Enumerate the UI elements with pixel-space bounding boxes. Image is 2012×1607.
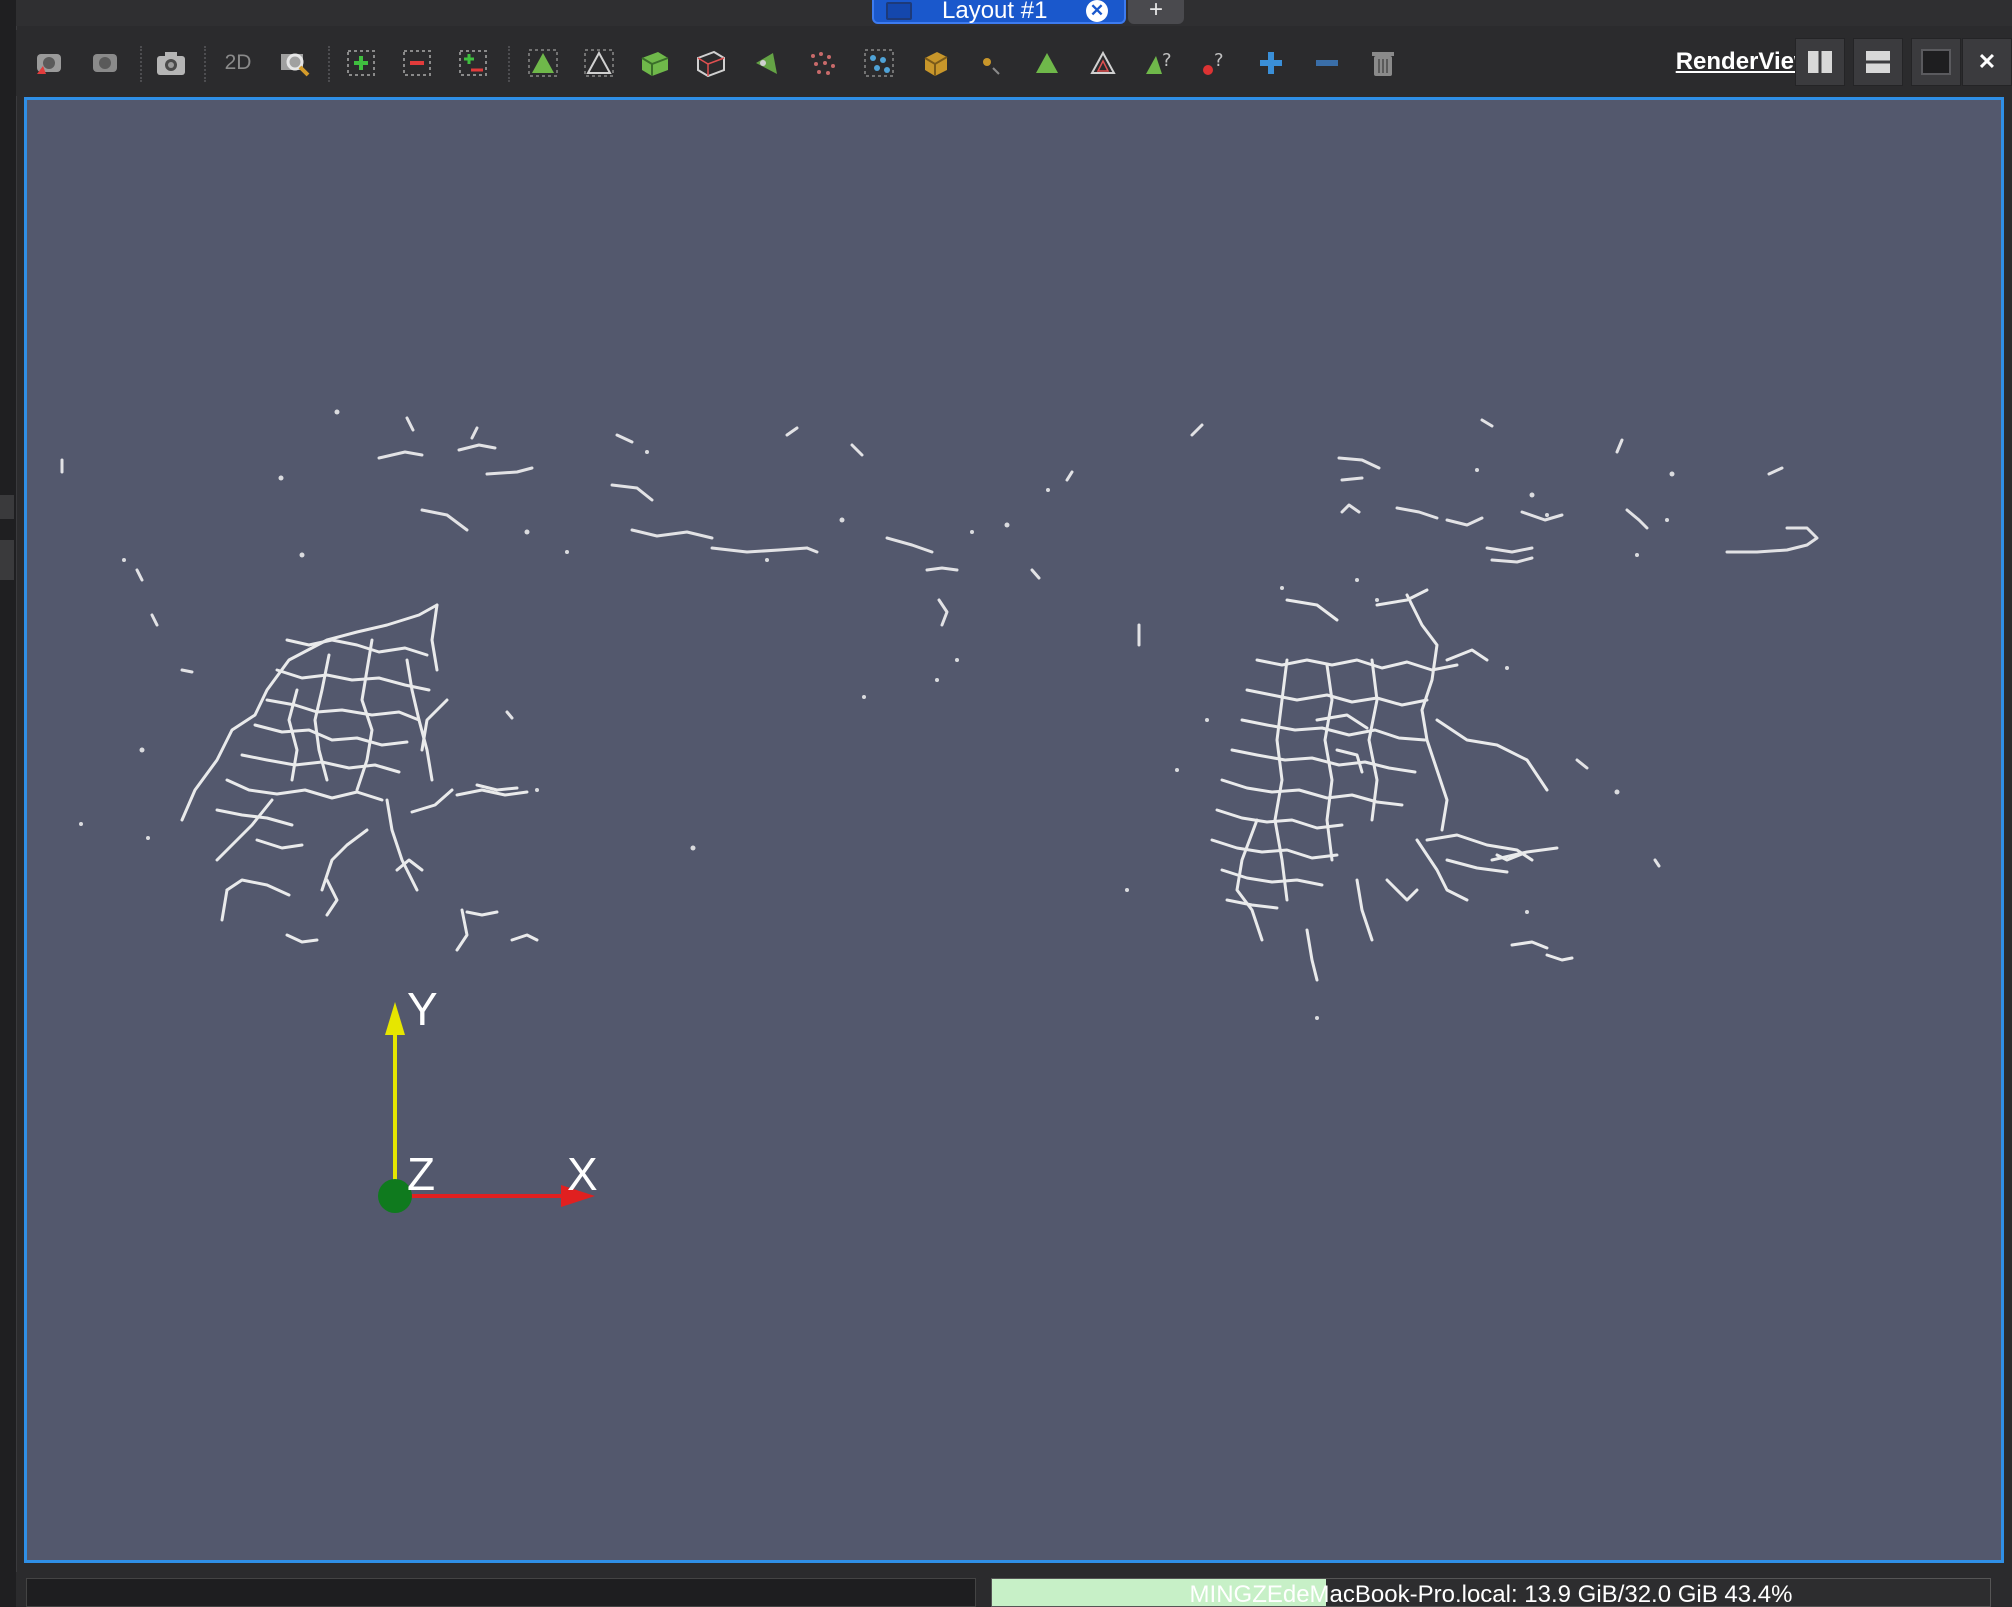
hover-points-icon[interactable] xyxy=(974,48,1008,78)
memory-inspector-bar[interactable]: MINGZEdeMacBook-Pro.local: 13.9 GiB/32.0… xyxy=(991,1578,1991,1607)
render-view-canvas[interactable]: Y Z X xyxy=(24,97,2004,1563)
select-polygon-cells-icon[interactable] xyxy=(750,48,784,78)
vessel-network-right xyxy=(1210,588,1574,982)
tab-layout-1[interactable]: Layout #1 ✕ xyxy=(872,0,1126,24)
select-subtract-icon[interactable] xyxy=(400,48,434,78)
2d-3d-toggle-icon[interactable]: 2D xyxy=(221,48,255,78)
memory-usage-text: MINGZEdeMacBook-Pro.local: 13.9 GiB/32.0… xyxy=(1189,1581,1793,1607)
panel-splitter[interactable] xyxy=(0,495,14,519)
hover-query-icon[interactable]: ? xyxy=(1142,48,1176,78)
clear-selection-icon[interactable] xyxy=(1366,48,1400,78)
split-vertical-button[interactable] xyxy=(1853,38,1903,86)
select-polygon-points-icon[interactable] xyxy=(806,48,840,78)
status-bar: MINGZEdeMacBook-Pro.local: 13.9 GiB/32.0… xyxy=(16,1572,2012,1607)
vessel-network-left xyxy=(180,603,539,952)
tab-label: Layout #1 xyxy=(942,0,1048,24)
hover-cells-icon[interactable] xyxy=(1030,48,1064,78)
left-panel-edge xyxy=(0,0,17,1607)
select-frustum-cells-icon[interactable] xyxy=(638,48,672,78)
split-horizontal-button[interactable] xyxy=(1795,38,1845,86)
orientation-axes: Y Z X xyxy=(378,983,598,1213)
capture-screenshot-icon[interactable] xyxy=(154,48,188,78)
select-cells-on-icon[interactable] xyxy=(1086,48,1120,78)
z-axis-label: Z xyxy=(407,1148,435,1200)
svg-text:?: ? xyxy=(1162,50,1172,71)
vessel-specks xyxy=(79,409,1675,1020)
select-blocks-icon[interactable] xyxy=(862,48,896,78)
select-surface-points-icon[interactable] xyxy=(582,48,616,78)
render-view-toolbar: 2D ? ? RenderView1 ✕ xyxy=(16,30,2012,96)
reset-camera-icon[interactable] xyxy=(32,48,66,78)
status-message-area xyxy=(26,1578,976,1607)
panel-scroll-handle[interactable] xyxy=(0,540,14,580)
select-frustum-points-icon[interactable] xyxy=(694,48,728,78)
layout-icon xyxy=(886,2,912,20)
shrink-selection-icon[interactable] xyxy=(1310,48,1344,78)
maximize-view-button[interactable] xyxy=(1911,38,1961,86)
y-axis-arrow xyxy=(385,1002,405,1035)
select-add-icon[interactable] xyxy=(344,48,378,78)
close-view-button[interactable]: ✕ xyxy=(1962,38,2012,86)
interactive-select-icon[interactable] xyxy=(918,48,952,78)
grow-selection-icon[interactable] xyxy=(1254,48,1288,78)
new-layout-tab-button[interactable]: + xyxy=(1128,0,1184,24)
select-surface-cells-icon[interactable] xyxy=(526,48,560,78)
reset-camera-closest-icon[interactable] xyxy=(88,48,122,78)
y-axis-label: Y xyxy=(407,983,438,1035)
layout-tab-strip: Layout #1 ✕ + xyxy=(16,0,2012,26)
select-toggle-icon[interactable] xyxy=(456,48,490,78)
close-tab-icon[interactable]: ✕ xyxy=(1086,0,1108,22)
x-axis-label: X xyxy=(567,1148,598,1200)
svg-text:?: ? xyxy=(1214,50,1224,71)
zoom-to-box-icon[interactable] xyxy=(278,48,312,78)
point-query-icon[interactable]: ? xyxy=(1198,48,1232,78)
